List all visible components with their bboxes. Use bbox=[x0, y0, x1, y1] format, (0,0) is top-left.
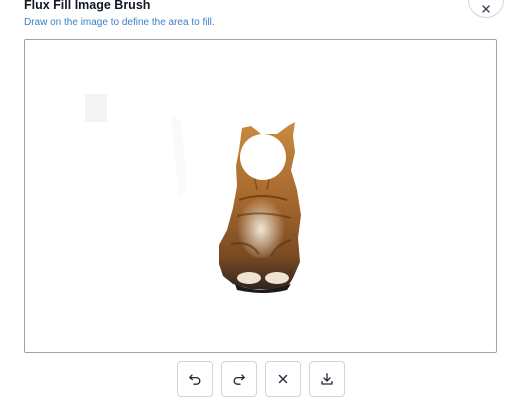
close-icon bbox=[482, 5, 490, 13]
clear-button[interactable] bbox=[265, 361, 301, 397]
drawing-canvas[interactable] bbox=[24, 39, 497, 353]
close-icon bbox=[278, 374, 288, 384]
undo-button[interactable] bbox=[177, 361, 213, 397]
fill-brush-dialog: Flux Fill Image Brush Draw on the image … bbox=[0, 0, 516, 404]
download-button[interactable] bbox=[309, 361, 345, 397]
redo-button[interactable] bbox=[221, 361, 257, 397]
close-button[interactable] bbox=[468, 0, 504, 18]
dialog-title: Flux Fill Image Brush bbox=[24, 0, 151, 12]
redo-icon bbox=[233, 374, 245, 385]
download-icon bbox=[321, 373, 333, 385]
canvas-toolbar bbox=[177, 361, 345, 397]
dialog-subtitle: Draw on the image to define the area to … bbox=[24, 17, 215, 28]
cat-image bbox=[85, 94, 301, 293]
undo-icon bbox=[189, 374, 201, 385]
